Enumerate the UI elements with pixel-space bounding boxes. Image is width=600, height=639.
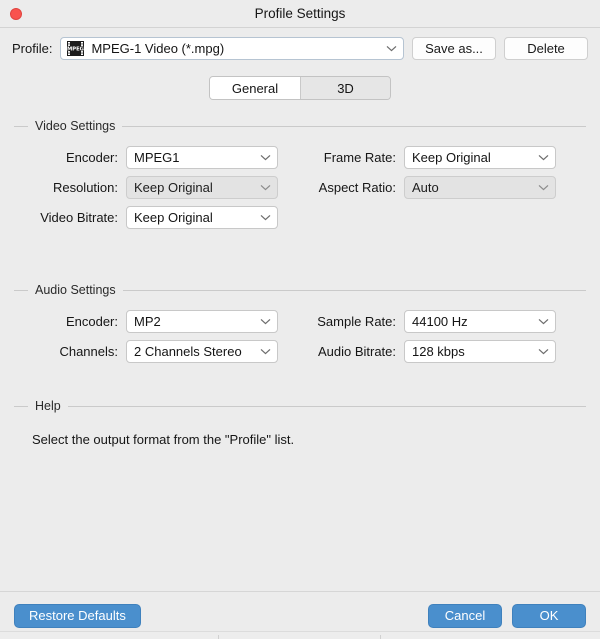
segmented-control: General 3D (209, 76, 391, 100)
field-resolution: Resolution: Keep Original (14, 175, 296, 199)
svg-text:MPEG: MPEG (68, 46, 85, 52)
audio-row-2: Channels: 2 Channels Stereo Audio Bitrat… (14, 336, 586, 366)
channels-value: 2 Channels Stereo (134, 343, 242, 359)
group-rule-lead (14, 125, 28, 127)
channels-dropdown[interactable]: 2 Channels Stereo (126, 339, 278, 363)
audio-settings-fields: Encoder: MP2 Sample Rate: 44100 Hz Chann… (14, 306, 586, 366)
video-row-1: Encoder: MPEG1 Frame Rate: Keep Original (14, 142, 586, 172)
settings-body: Video Settings Encoder: MPEG1 Frame Rate… (0, 108, 600, 591)
cancel-button[interactable]: Cancel (428, 603, 502, 628)
chevron-down-icon (260, 154, 271, 160)
audio-row-1: Encoder: MP2 Sample Rate: 44100 Hz (14, 306, 586, 336)
ok-button[interactable]: OK (512, 603, 586, 628)
chevron-down-icon (260, 348, 271, 354)
field-video-bitrate: Video Bitrate: Keep Original (14, 205, 296, 229)
audio-bitrate-label: Audio Bitrate: (317, 343, 396, 359)
tab-general[interactable]: General (210, 77, 300, 99)
group-rule-lead (14, 289, 28, 291)
help-group: Help Select the output format from the "… (14, 398, 586, 447)
channels-label: Channels: (59, 343, 118, 359)
audio-encoder-label: Encoder: (65, 313, 118, 329)
chevron-down-icon (386, 45, 397, 51)
group-rule (67, 405, 586, 407)
mpeg-film-icon: MPEG (67, 40, 85, 56)
group-rule-lead (14, 405, 28, 407)
chevron-down-icon (260, 214, 271, 220)
aspect-ratio-value: Auto (412, 179, 439, 195)
restore-defaults-button[interactable]: Restore Defaults (14, 603, 141, 628)
sample-rate-label: Sample Rate: (317, 313, 396, 329)
sample-rate-value: 44100 Hz (412, 313, 468, 329)
audio-encoder-dropdown[interactable]: MP2 (126, 309, 278, 333)
video-settings-group: Video Settings Encoder: MPEG1 Frame Rate… (14, 118, 586, 232)
audio-settings-header: Audio Settings (14, 282, 586, 298)
window-title: Profile Settings (254, 6, 346, 21)
video-settings-fields: Encoder: MPEG1 Frame Rate: Keep Original (14, 142, 586, 232)
field-frame-rate: Frame Rate: Keep Original (296, 145, 568, 169)
field-audio-bitrate: Audio Bitrate: 128 kbps (296, 339, 568, 363)
profile-dropdown[interactable]: MPEG MPEG-1 Video (*.mpg) (60, 36, 404, 60)
field-sample-rate: Sample Rate: 44100 Hz (296, 309, 568, 333)
chevron-down-icon (538, 348, 549, 354)
chevron-down-icon (538, 318, 549, 324)
video-row-3: Video Bitrate: Keep Original (14, 202, 586, 232)
group-rule (122, 125, 586, 127)
footer-actions: Cancel OK (428, 603, 586, 628)
save-as-button[interactable]: Save as... (412, 36, 496, 60)
profile-bar: Profile: MPEG MPEG-1 Video (*.mpg) Save … (0, 28, 600, 68)
sample-rate-dropdown[interactable]: 44100 Hz (404, 309, 556, 333)
video-settings-header: Video Settings (14, 118, 586, 134)
field-video-encoder: Encoder: MPEG1 (14, 145, 296, 169)
field-aspect-ratio: Aspect Ratio: Auto (296, 175, 568, 199)
aspect-ratio-dropdown[interactable]: Auto (404, 175, 556, 199)
profile-settings-window: Profile Settings Profile: MPEG MPEG-1 Vi… (0, 0, 600, 639)
field-channels: Channels: 2 Channels Stereo (14, 339, 296, 363)
tab-bar: General 3D (0, 68, 600, 108)
audio-bitrate-value: 128 kbps (412, 343, 465, 359)
group-rule (122, 289, 586, 291)
profile-value: MPEG-1 Video (*.mpg) (91, 40, 225, 56)
video-encoder-dropdown[interactable]: MPEG1 (126, 145, 278, 169)
audio-help-spacer (14, 366, 586, 388)
frame-rate-value: Keep Original (412, 149, 491, 165)
resolution-value: Keep Original (134, 179, 213, 195)
frame-rate-dropdown[interactable]: Keep Original (404, 145, 556, 169)
audio-bitrate-dropdown[interactable]: 128 kbps (404, 339, 556, 363)
aspect-ratio-label: Aspect Ratio: (318, 179, 396, 195)
chevron-down-icon (538, 154, 549, 160)
help-text: Select the output format from the "Profi… (32, 432, 295, 447)
chevron-down-icon (260, 318, 271, 324)
video-encoder-label: Encoder: (65, 149, 118, 165)
chevron-down-icon (260, 184, 271, 190)
video-settings-title: Video Settings (35, 119, 116, 133)
title-bar: Profile Settings (0, 0, 600, 28)
video-bitrate-dropdown[interactable]: Keep Original (126, 205, 278, 229)
field-audio-encoder: Encoder: MP2 (14, 309, 296, 333)
help-title: Help (35, 399, 61, 413)
video-encoder-value: MPEG1 (134, 149, 180, 165)
background-window-edge (0, 631, 600, 639)
profile-label: Profile: (12, 40, 53, 56)
resolution-label: Resolution: (52, 179, 118, 195)
delete-button[interactable]: Delete (504, 36, 588, 60)
video-row-2: Resolution: Keep Original Aspect Ratio: … (14, 172, 586, 202)
audio-settings-title: Audio Settings (35, 283, 116, 297)
resolution-dropdown[interactable]: Keep Original (126, 175, 278, 199)
tab-3d[interactable]: 3D (300, 77, 390, 99)
help-header: Help (14, 398, 586, 414)
video-bitrate-value: Keep Original (134, 209, 213, 225)
video-audio-spacer (14, 232, 586, 272)
frame-rate-label: Frame Rate: (323, 149, 396, 165)
video-bitrate-label: Video Bitrate: (40, 209, 118, 225)
audio-encoder-value: MP2 (134, 313, 161, 329)
chevron-down-icon (538, 184, 549, 190)
audio-settings-group: Audio Settings Encoder: MP2 Sample Rate: (14, 282, 586, 366)
close-icon[interactable] (10, 8, 22, 20)
